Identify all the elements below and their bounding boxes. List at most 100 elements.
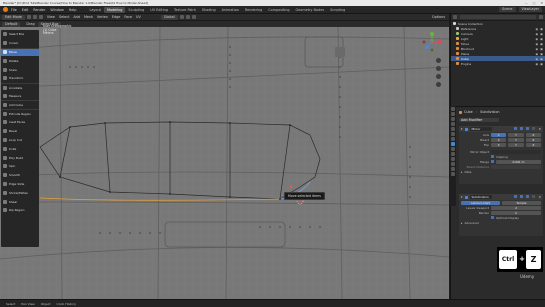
- material-tab-icon[interactable]: [451, 167, 455, 171]
- close-modifier-icon[interactable]: ✕: [538, 195, 541, 199]
- workspace-tab-scripting[interactable]: Scripting: [327, 7, 348, 13]
- edge-select-icon[interactable]: [32, 15, 37, 19]
- pan-icon[interactable]: [436, 66, 441, 71]
- camera-render-icon[interactable]: ▣: [540, 57, 543, 61]
- expand-chevron-icon[interactable]: ▸: [461, 170, 462, 174]
- bisect-distance-field[interactable]: [491, 164, 541, 169]
- tool-annotate[interactable]: Annotate: [1, 82, 39, 92]
- advanced-subpanel[interactable]: ▸ Advanced: [459, 220, 543, 225]
- zoom-icon[interactable]: [436, 58, 441, 63]
- viewport-toggle-icon[interactable]: [520, 127, 524, 130]
- viewport-menu-face[interactable]: Face: [124, 15, 132, 19]
- mirror-flip-y[interactable]: Y: [508, 142, 524, 147]
- mode-selector[interactable]: Edit Mode: [2, 14, 25, 20]
- camera-render-icon[interactable]: ▣: [540, 32, 543, 36]
- render-toggle-icon[interactable]: [526, 195, 530, 198]
- visibility-eye-icon[interactable]: ◉: [536, 37, 539, 41]
- tool-shear[interactable]: Shear: [1, 197, 39, 206]
- camera-render-icon[interactable]: ▣: [540, 62, 543, 66]
- viewport-menu-select[interactable]: Select: [59, 15, 69, 19]
- tool-extrude-region[interactable]: Extrude Region: [1, 109, 39, 118]
- modifier-menu-icon[interactable]: [532, 127, 536, 130]
- modifier-menu-icon[interactable]: [532, 195, 536, 198]
- view-layer-selector[interactable]: ViewLayer: [518, 7, 542, 12]
- optimal-display-checkbox[interactable]: [491, 216, 494, 219]
- outliner-search-input[interactable]: [460, 15, 536, 19]
- menu-render[interactable]: Render: [33, 8, 45, 12]
- camera-render-icon[interactable]: ▣: [540, 27, 543, 31]
- workspace-tab-compositing[interactable]: Compositing: [265, 7, 292, 13]
- levels-viewport-field[interactable]: 2: [491, 205, 541, 210]
- blender-logo-icon[interactable]: [3, 7, 8, 12]
- edit-mode-toggle-icon[interactable]: [514, 127, 518, 130]
- constraints-tab-icon[interactable]: [451, 157, 455, 161]
- tool-transform[interactable]: Transform: [1, 74, 39, 83]
- mirror-axis-y[interactable]: Y: [508, 132, 524, 137]
- filter-icon[interactable]: [539, 15, 543, 19]
- workspace-tab-texture-paint[interactable]: Texture Paint: [171, 7, 199, 13]
- menu-edit[interactable]: Edit: [22, 8, 29, 12]
- mirror-flip-x[interactable]: X: [491, 142, 507, 147]
- camera-render-icon[interactable]: ▣: [540, 42, 543, 46]
- viewport-toggle-icon[interactable]: [520, 195, 524, 198]
- viewport-menu-vertex[interactable]: Vertex: [97, 15, 108, 19]
- face-select-icon[interactable]: [38, 15, 43, 19]
- view-layer-tab-icon[interactable]: [451, 122, 455, 126]
- close-modifier-icon[interactable]: ✕: [538, 127, 541, 131]
- mirror-axis-x[interactable]: X: [491, 132, 507, 137]
- workspace-tab-uv-editing[interactable]: UV Editing: [147, 7, 171, 13]
- scene-tab-icon[interactable]: [451, 127, 455, 131]
- workspace-tab-layout[interactable]: Layout: [86, 7, 104, 13]
- tool-bevel[interactable]: Bevel: [1, 127, 39, 136]
- workspace-tab-modeling[interactable]: Modeling: [103, 6, 126, 13]
- navigation-gizmo-icon[interactable]: [420, 30, 444, 54]
- visibility-eye-icon[interactable]: ◉: [536, 62, 539, 66]
- clipping-checkbox[interactable]: [491, 155, 494, 158]
- tool-select-box[interactable]: Select Box: [1, 30, 39, 39]
- viewport-menu-view[interactable]: View: [47, 15, 55, 19]
- object-tab-icon[interactable]: [451, 137, 455, 141]
- collapse-chevron-icon[interactable]: ▾: [461, 127, 463, 131]
- scene-selector[interactable]: Scene: [499, 7, 516, 12]
- menu-window[interactable]: Window: [50, 8, 63, 12]
- viewport-menu-add[interactable]: Add: [73, 15, 80, 19]
- subdivision-modifier-name-field[interactable]: Subdivision: [469, 195, 492, 199]
- viewport-canvas[interactable]: [0, 27, 449, 299]
- catmull-clark-button[interactable]: Catmull-Clark: [461, 200, 500, 205]
- render-tab-icon[interactable]: [451, 112, 455, 116]
- perspective-toggle-icon[interactable]: [436, 82, 441, 87]
- tool-rotate[interactable]: Rotate: [1, 56, 39, 65]
- world-tab-icon[interactable]: [451, 132, 455, 136]
- mirror-bisect-x[interactable]: X: [491, 137, 507, 142]
- vertex-select-icon[interactable]: [26, 15, 31, 19]
- merge-distance-field[interactable]: 0.001 m: [496, 159, 541, 164]
- workspace-tab-rendering[interactable]: Rendering: [242, 7, 265, 13]
- tool-move[interactable]: Move: [1, 47, 39, 57]
- physics-tab-icon[interactable]: [451, 152, 455, 156]
- camera-render-icon[interactable]: ▣: [540, 37, 543, 41]
- tool-spin[interactable]: Spin: [1, 162, 39, 171]
- options-menu[interactable]: Options: [432, 15, 445, 19]
- visibility-eye-icon[interactable]: ◉: [536, 32, 539, 36]
- pivot-icon[interactable]: [179, 15, 184, 19]
- particles-tab-icon[interactable]: [451, 147, 455, 151]
- mirror-object-field[interactable]: [491, 149, 541, 154]
- viewport-menu-uv[interactable]: UV: [136, 15, 141, 19]
- tool-rip-region[interactable]: Rip Region: [1, 206, 39, 215]
- data-tab-icon[interactable]: [451, 162, 455, 166]
- mirror-flip-z[interactable]: Z: [525, 142, 541, 147]
- proportional-edit-icon[interactable]: [191, 15, 196, 19]
- tool-knife[interactable]: Knife: [1, 144, 39, 153]
- snap-icon[interactable]: [185, 15, 190, 19]
- visibility-eye-icon[interactable]: ◉: [536, 27, 539, 31]
- mirror-axis-z[interactable]: Z: [525, 132, 541, 137]
- expand-chevron-icon[interactable]: ▸: [461, 221, 462, 225]
- tool-tab-icon[interactable]: [451, 107, 455, 111]
- visibility-eye-icon[interactable]: ◉: [536, 57, 539, 61]
- menu-help[interactable]: Help: [69, 8, 77, 12]
- collapse-chevron-icon[interactable]: ▾: [461, 195, 463, 199]
- tool-inset-faces[interactable]: Inset Faces: [1, 118, 39, 127]
- camera-render-icon[interactable]: ▣: [540, 52, 543, 56]
- workspace-tab-geometry-nodes[interactable]: Geometry Nodes: [293, 7, 328, 13]
- camera-view-icon[interactable]: [436, 74, 441, 79]
